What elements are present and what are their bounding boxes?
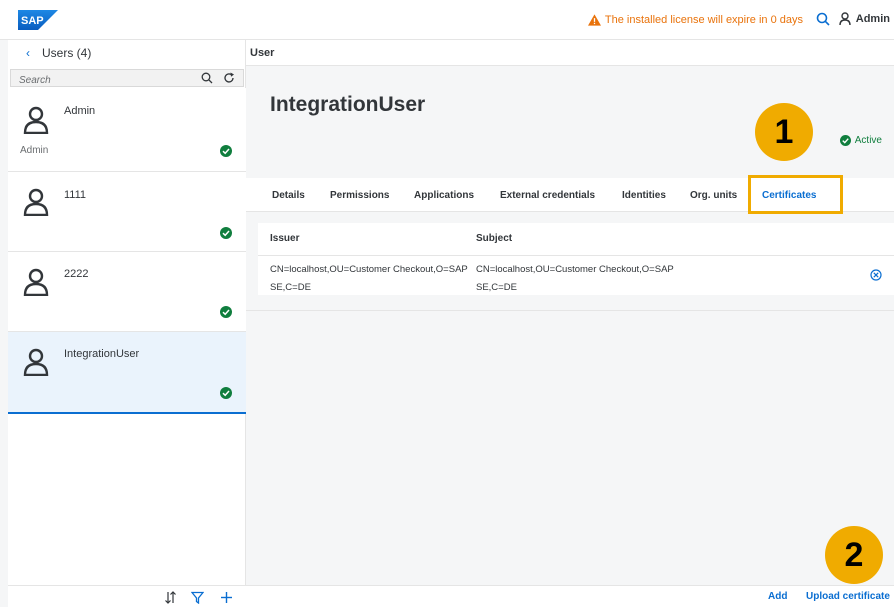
master-header: ‹ Users (4) <box>8 40 245 66</box>
search-icon[interactable] <box>201 72 213 84</box>
success-check-icon <box>220 145 232 157</box>
search-icon[interactable] <box>816 12 830 26</box>
user-name: IntegrationUser <box>64 348 140 360</box>
master-title: Users (4) <box>42 46 92 60</box>
refresh-icon[interactable] <box>223 72 235 84</box>
person-icon <box>23 348 49 376</box>
search-field <box>10 69 244 89</box>
sap-logo[interactable]: SAP <box>18 10 58 30</box>
table-header-divider <box>258 255 894 256</box>
search-input[interactable] <box>11 72 181 89</box>
user-menu[interactable]: Admin <box>839 12 890 25</box>
object-title: IntegrationUser <box>270 93 426 116</box>
person-icon <box>23 188 49 216</box>
user-list-item-2222[interactable]: 2222 <box>8 252 246 332</box>
user-list-item-admin[interactable]: Admin Admin <box>8 88 246 172</box>
tab-applications[interactable]: Applications <box>414 190 474 201</box>
certificates-table: Issuer Subject CN=localhost,OU=Customer … <box>258 223 894 295</box>
delete-icon[interactable] <box>870 269 882 281</box>
user-list-item-1111[interactable]: 1111 <box>8 172 246 252</box>
tab-external-credentials[interactable]: External credentials <box>500 190 595 201</box>
master-footer-toolbar <box>8 585 246 607</box>
callout-step-1: 1 <box>755 103 813 161</box>
add-icon[interactable] <box>220 591 233 604</box>
table-cell-subject: CN=localhost,OU=Customer Checkout,O=SAP … <box>476 264 674 293</box>
status-text: Active <box>854 135 882 146</box>
license-warning-text: The installed license will expire in 0 d… <box>604 14 803 26</box>
column-header-subject: Subject <box>476 233 513 244</box>
tab-permissions[interactable]: Permissions <box>330 190 389 201</box>
status-badge: Active <box>839 135 882 146</box>
user-name: Admin <box>64 105 96 117</box>
content-divider <box>246 310 894 311</box>
tab-org-units[interactable]: Org. units <box>690 190 737 201</box>
upload-certificate-button[interactable]: Upload certificate <box>806 591 890 602</box>
column-header-issuer: Issuer <box>270 233 300 244</box>
detail-bar-title: User <box>250 46 275 59</box>
table-cell-issuer: CN=localhost,OU=Customer Checkout,O=SAP … <box>270 264 468 293</box>
back-icon[interactable]: ‹ <box>26 46 30 60</box>
master-list: ‹ Users (4) Admin Admin 1111 2222 Integr… <box>8 40 246 607</box>
success-check-icon <box>839 135 851 146</box>
person-icon <box>23 106 49 134</box>
person-icon <box>23 268 49 296</box>
certificates-tab-highlight <box>748 175 843 214</box>
detail-footer-toolbar: Add Upload certificate <box>246 585 894 607</box>
user-name: 1111 <box>64 189 87 201</box>
warning-icon <box>587 14 601 26</box>
user-icon <box>839 12 851 25</box>
tab-identities[interactable]: Identities <box>622 190 666 201</box>
success-check-icon <box>220 387 232 399</box>
user-name: 2222 <box>64 268 89 280</box>
callout-step-2: 2 <box>825 526 883 584</box>
filter-icon[interactable] <box>191 591 204 604</box>
success-check-icon <box>220 306 232 318</box>
license-warning[interactable]: The installed license will expire in 0 d… <box>587 14 803 26</box>
svg-text:SAP: SAP <box>21 15 44 27</box>
success-check-icon <box>220 227 232 239</box>
tab-details[interactable]: Details <box>272 190 305 201</box>
user-list-item-integrationuser[interactable]: IntegrationUser <box>8 332 246 414</box>
add-button[interactable]: Add <box>768 591 787 602</box>
shell-bar: SAP The installed license will expire in… <box>0 0 894 40</box>
sort-icon[interactable] <box>164 591 177 604</box>
user-subtitle: Admin <box>20 145 49 156</box>
detail-title-bar: User <box>246 40 894 66</box>
user-name: Admin <box>855 12 890 25</box>
